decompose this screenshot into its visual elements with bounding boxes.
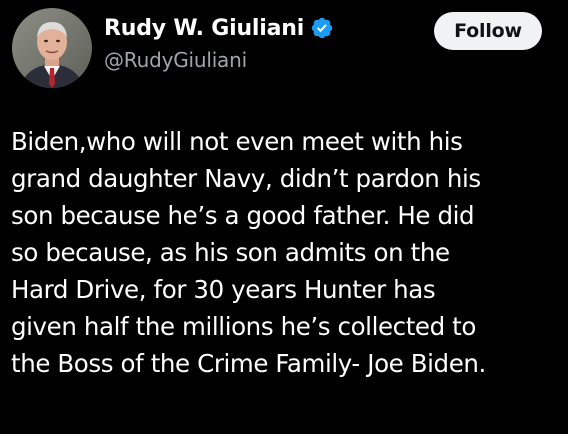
tweet-text-line: given half the millions he’s collected t… <box>11 312 476 341</box>
tweet-card: Rudy W. Giuliani @RudyGiuliani Follow Bi… <box>0 0 568 434</box>
avatar[interactable] <box>12 8 92 88</box>
tweet-text-line: grand daughter Navy, didn’t pardon his <box>11 164 481 193</box>
tweet-text-line: Hard Drive, for 30 years Hunter has <box>11 275 436 304</box>
handle[interactable]: @RudyGiuliani <box>104 48 334 72</box>
follow-button[interactable]: Follow <box>434 12 542 50</box>
display-name[interactable]: Rudy W. Giuliani <box>104 16 304 41</box>
display-name-row: Rudy W. Giuliani <box>104 12 334 44</box>
tweet-text-line: so because, as his son admits on the <box>11 238 450 267</box>
tweet-text-line: the Boss of the Crime Family- Joe Biden. <box>11 349 486 378</box>
author-block: Rudy W. Giuliani @RudyGiuliani <box>104 12 334 72</box>
verified-badge-icon <box>310 16 334 40</box>
profile-photo-icon <box>12 8 92 88</box>
tweet-header: Rudy W. Giuliani @RudyGiuliani Follow <box>10 6 558 88</box>
tweet-text-line: son because he’s a good father. He did <box>11 201 475 230</box>
tweet-text-line: Biden,who will not even meet with his <box>11 127 463 156</box>
tweet-text: Biden,who will not even meet with his gr… <box>11 123 561 382</box>
